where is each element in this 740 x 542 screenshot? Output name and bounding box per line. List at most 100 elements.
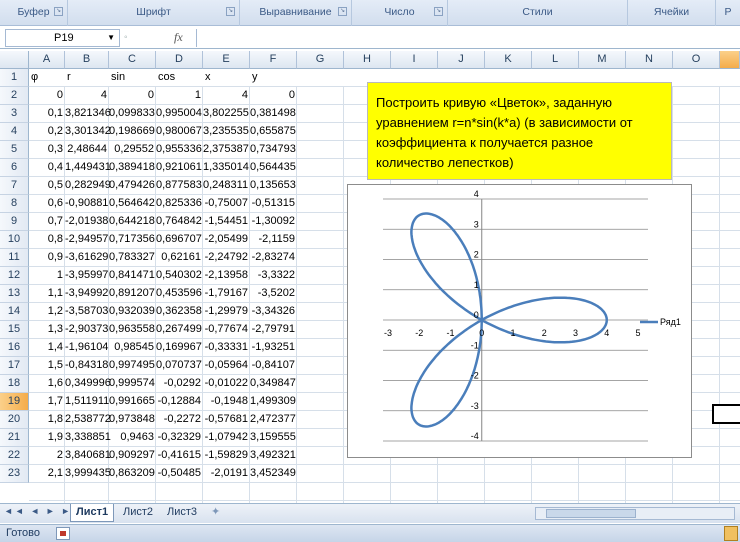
column-header-o[interactable]: O [673, 51, 720, 69]
cell-c17[interactable]: 0,997495 [109, 357, 156, 375]
cell-f23[interactable]: 3,452349 [250, 465, 297, 483]
cell-e20[interactable]: -0,57681 [203, 411, 250, 429]
column-header-e[interactable]: E [203, 51, 250, 69]
cell-f8[interactable]: -0,51315 [250, 195, 297, 213]
cell-e4[interactable]: 3,235535 [203, 123, 250, 141]
cell-f1[interactable]: y [250, 69, 297, 87]
formula-bar-resize-icon[interactable]: ◦ [124, 32, 140, 46]
cell-b21[interactable]: 3,338851 [65, 429, 111, 447]
ribbon-group-styles[interactable]: Стили [448, 0, 628, 26]
cell-f2[interactable]: 0 [250, 87, 297, 105]
cell-b13[interactable]: -3,94992 [65, 285, 109, 303]
cell-a23[interactable]: 2,1 [29, 465, 65, 483]
row-header-21[interactable]: 21 [0, 429, 29, 447]
cell-f20[interactable]: 2,472377 [250, 411, 297, 429]
cell-d16[interactable]: 0,169967 [156, 339, 203, 357]
ribbon-group-clipboard[interactable]: Буфер обмена↘ [0, 0, 68, 42]
row-header-10[interactable]: 10 [0, 231, 29, 249]
row-header-12[interactable]: 12 [0, 267, 29, 285]
normal-view-icon[interactable] [724, 526, 738, 541]
row-header-14[interactable]: 14 [0, 303, 29, 321]
cell-a20[interactable]: 1,8 [29, 411, 65, 429]
cell-a22[interactable]: 2 [29, 447, 65, 465]
cell-b9[interactable]: -2,01938 [65, 213, 109, 231]
cell-b17[interactable]: -0,84318 [65, 357, 109, 375]
column-header-l[interactable]: L [532, 51, 579, 69]
cell-e18[interactable]: -0,01022 [203, 375, 250, 393]
cell-e16[interactable]: -0,33331 [203, 339, 250, 357]
tab-sheet1[interactable]: Лист1 [70, 504, 115, 522]
cell-e7[interactable]: 0,248311 [203, 177, 250, 195]
cell-e14[interactable]: -1,29979 [203, 303, 250, 321]
cell-f15[interactable]: -2,79791 [250, 321, 297, 339]
cell-c9[interactable]: 0,644218 [109, 213, 156, 231]
cell-b8[interactable]: -0,90881 [65, 195, 109, 213]
cell-a18[interactable]: 1,6 [29, 375, 65, 393]
row-header-6[interactable]: 6 [0, 159, 29, 177]
cell-e1[interactable]: x [203, 69, 250, 87]
column-header-n[interactable]: N [626, 51, 673, 69]
cell-c14[interactable]: 0,932039 [109, 303, 156, 321]
cell-d10[interactable]: 0,696707 [156, 231, 203, 249]
cell-e22[interactable]: -1,59829 [203, 447, 250, 465]
name-box[interactable]: P19 ▼ [5, 29, 120, 47]
cell-f21[interactable]: 3,159555 [250, 429, 297, 447]
cell-f11[interactable]: -2,83274 [250, 249, 297, 267]
cell-a5[interactable]: 0,3 [29, 141, 65, 159]
column-header-k[interactable]: K [485, 51, 532, 69]
column-header-m[interactable]: M [579, 51, 626, 69]
cell-c8[interactable]: 0,564642 [109, 195, 156, 213]
cell-b15[interactable]: -2,90373 [65, 321, 109, 339]
cell-c18[interactable]: 0,999574 [109, 375, 156, 393]
cell-d17[interactable]: 0,070737 [156, 357, 203, 375]
select-all-button[interactable] [0, 51, 29, 69]
cell-f5[interactable]: 0,734793 [250, 141, 297, 159]
cell-a7[interactable]: 0,5 [29, 177, 65, 195]
cell-f6[interactable]: 0,564435 [250, 159, 297, 177]
cell-a13[interactable]: 1,1 [29, 285, 65, 303]
cell-b14[interactable]: -3,58703 [65, 303, 109, 321]
cell-d11[interactable]: 0,62161 [156, 249, 203, 267]
column-header-g[interactable]: G [297, 51, 344, 69]
cell-a8[interactable]: 0,6 [29, 195, 65, 213]
cell-d15[interactable]: 0,267499 [156, 321, 203, 339]
cell-d8[interactable]: 0,825336 [156, 195, 203, 213]
cell-e15[interactable]: -0,77674 [203, 321, 250, 339]
cell-c13[interactable]: 0,891207 [109, 285, 156, 303]
cell-a11[interactable]: 0,9 [29, 249, 65, 267]
cell-b3[interactable]: 3,821346 [65, 105, 111, 123]
column-header-b[interactable]: B [65, 51, 109, 69]
macro-record-icon[interactable] [56, 527, 70, 540]
cell-e3[interactable]: 3,802255 [203, 105, 250, 123]
row-header-8[interactable]: 8 [0, 195, 29, 213]
cell-c10[interactable]: 0,717356 [109, 231, 156, 249]
cell-b10[interactable]: -2,94957 [65, 231, 109, 249]
cell-f9[interactable]: -1,30092 [250, 213, 297, 231]
cell-e19[interactable]: -0,1948 [203, 393, 250, 411]
row-header-19[interactable]: 19 [0, 393, 29, 411]
cell-e5[interactable]: 2,375387 [203, 141, 250, 159]
cell-c5[interactable]: 0,29552 [109, 141, 156, 159]
cell-a1[interactable]: φ [29, 69, 65, 87]
row-header-13[interactable]: 13 [0, 285, 29, 303]
row-header-9[interactable]: 9 [0, 213, 29, 231]
cell-e13[interactable]: -1,79167 [203, 285, 250, 303]
ribbon-group-cells[interactable]: Ячейки [628, 0, 716, 26]
cell-b4[interactable]: 3,301342 [65, 123, 111, 141]
cell-e23[interactable]: -2,0191 [203, 465, 250, 483]
row-header-16[interactable]: 16 [0, 339, 29, 357]
cell-c16[interactable]: 0,98545 [109, 339, 156, 357]
cell-d12[interactable]: 0,540302 [156, 267, 203, 285]
row-header-4[interactable]: 4 [0, 123, 29, 141]
formula-input[interactable] [196, 29, 740, 47]
row-header-20[interactable]: 20 [0, 411, 29, 429]
cell-f16[interactable]: -1,93251 [250, 339, 297, 357]
cell-c6[interactable]: 0,389418 [109, 159, 156, 177]
cell-d19[interactable]: -0,12884 [156, 393, 203, 411]
chevron-down-icon[interactable]: ▼ [107, 30, 115, 46]
cell-c2[interactable]: 0 [109, 87, 156, 105]
cell-f3[interactable]: 0,381498 [250, 105, 297, 123]
dialog-launcher-icon[interactable]: ↘ [226, 7, 235, 16]
cell-b6[interactable]: 1,449431 [65, 159, 111, 177]
scroll-thumb[interactable] [546, 509, 636, 518]
